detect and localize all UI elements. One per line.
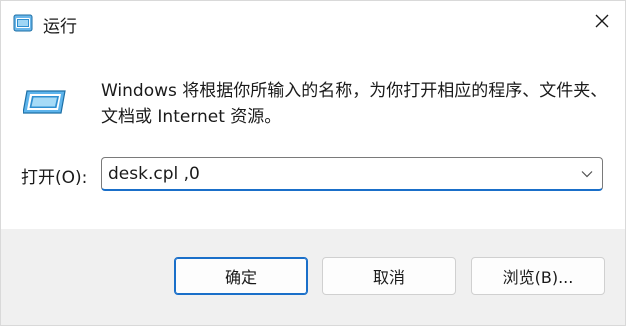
title-bar[interactable]: 运行 — [1, 1, 625, 45]
open-input[interactable] — [102, 158, 572, 189]
close-icon — [594, 13, 610, 33]
close-button[interactable] — [579, 1, 625, 45]
open-combobox[interactable] — [101, 157, 603, 191]
dialog-description: Windows 将根据你所输入的名称，为你打开相应的程序、文件夹、文档或 Int… — [101, 81, 608, 127]
run-icon — [13, 14, 33, 32]
ok-button[interactable]: 确定 — [174, 257, 308, 295]
run-dialog: 运行 Windows 将根据你所输入的名称，为你打开相应的程序、文件夹、文档或 … — [0, 0, 626, 326]
run-program-icon — [22, 87, 67, 115]
cancel-button[interactable]: 取消 — [322, 257, 456, 295]
open-label: 打开(O): — [21, 168, 88, 188]
browse-button[interactable]: 浏览(B)... — [471, 257, 605, 295]
window-title: 运行 — [43, 17, 77, 37]
chevron-down-icon[interactable] — [572, 159, 602, 189]
dialog-footer: 确定 取消 浏览(B)... — [1, 229, 625, 325]
dialog-content: Windows 将根据你所输入的名称，为你打开相应的程序、文件夹、文档或 Int… — [1, 45, 625, 229]
